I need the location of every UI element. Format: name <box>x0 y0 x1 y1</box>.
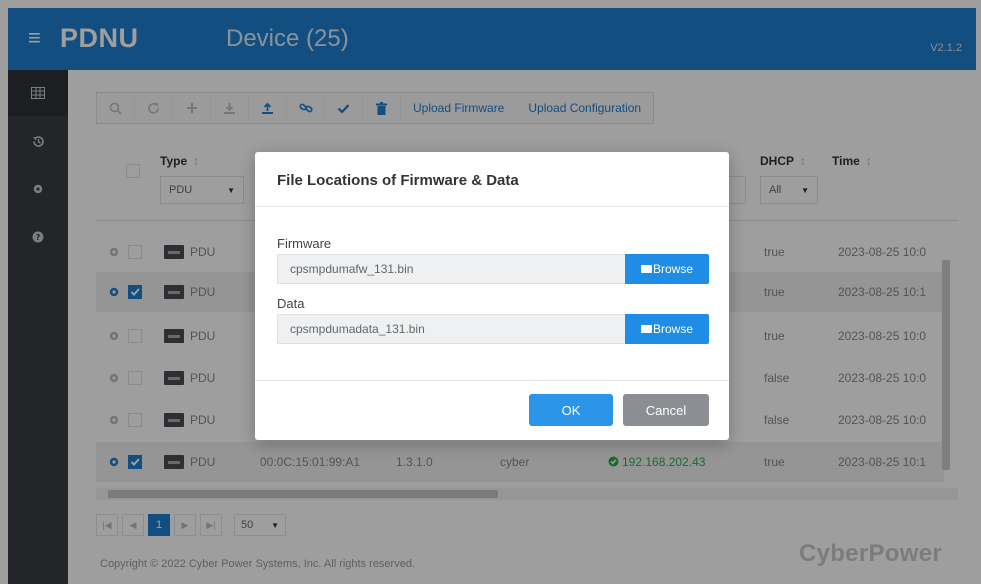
firmware-label: Firmware <box>277 236 332 251</box>
ok-button[interactable]: OK <box>529 394 613 426</box>
data-label: Data <box>277 296 305 311</box>
firmware-path-field[interactable]: cpsmpdumafw_131.bin <box>277 254 625 284</box>
folder-icon <box>640 265 652 273</box>
data-browse-button[interactable]: Browse <box>625 314 709 344</box>
firmware-browse-button[interactable]: Browse <box>625 254 709 284</box>
cancel-button[interactable]: Cancel <box>623 394 709 426</box>
dialog-footer-divider <box>255 380 729 381</box>
data-path-field[interactable]: cpsmpdumadata_131.bin <box>277 314 625 344</box>
folder-icon <box>640 325 652 333</box>
dialog-title: File Locations of Firmware & Data <box>277 172 519 189</box>
file-locations-dialog: File Locations of Firmware & Data Firmwa… <box>255 152 729 440</box>
dialog-divider <box>255 206 729 207</box>
